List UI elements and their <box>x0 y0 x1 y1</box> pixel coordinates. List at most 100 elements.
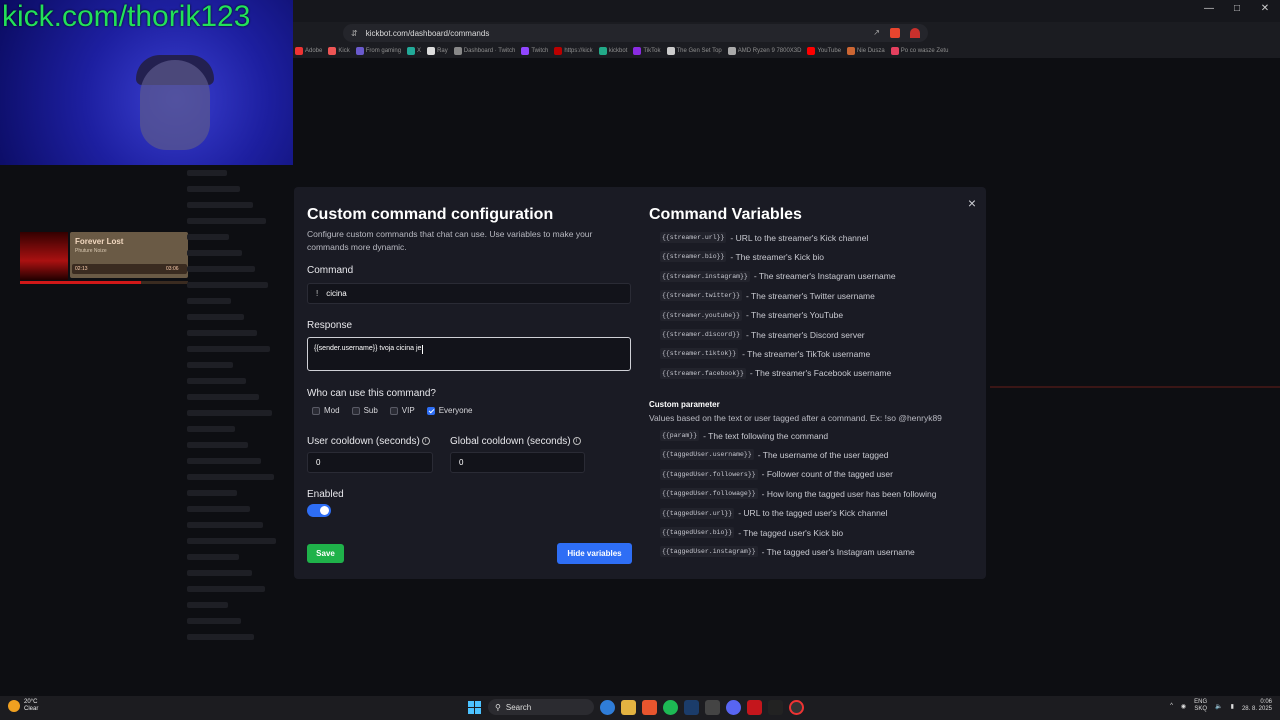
user-cooldown-label: User cooldown (seconds) i <box>307 436 430 447</box>
bookmark-item[interactable]: YouTube <box>807 47 841 55</box>
bookmark-favicon-icon <box>407 47 416 55</box>
bookmark-label: Po co wasze Zetu <box>900 48 949 54</box>
brave-shield-icon[interactable] <box>890 28 900 38</box>
bookmark-item[interactable]: Nie Dusza <box>847 47 885 55</box>
close-modal-button[interactable]: × <box>968 195 976 211</box>
variable-code[interactable]: {{streamer.url}} <box>660 232 727 243</box>
variable-code[interactable]: {{taggedUser.bio}} <box>660 527 735 538</box>
language-indicator[interactable]: ENG SKQ <box>1194 699 1207 713</box>
variable-code[interactable]: {{taggedUser.url}} <box>660 507 735 519</box>
bookmark-item[interactable]: kickbot <box>598 47 627 55</box>
checkbox-icon[interactable] <box>351 406 360 415</box>
variable-code[interactable]: {{taggedUser.followers}} <box>660 468 758 480</box>
steam-icon[interactable] <box>684 699 699 715</box>
bookmark-item[interactable]: Kick <box>328 47 350 55</box>
variable-row: {{streamer.discord}} - The streamer's Dis… <box>660 329 865 340</box>
album-art <box>20 232 68 280</box>
bookmark-item[interactable]: Ray <box>427 47 448 55</box>
network-icon[interactable]: ◉ <box>1181 703 1186 710</box>
user-cooldown-input[interactable]: 0 <box>307 452 433 473</box>
close-window-icon[interactable]: ✕ <box>1260 3 1270 14</box>
site-info-icon[interactable]: ⇵ <box>351 29 358 38</box>
role-checkbox-everyone[interactable]: Everyone <box>426 406 473 415</box>
bookmark-item[interactable]: Po co wasze Zetu <box>890 47 949 55</box>
response-textarea[interactable]: {{sender.username}} tvoja cicina je <box>307 337 631 371</box>
enabled-toggle[interactable] <box>307 504 331 517</box>
global-cooldown-input[interactable]: 0 <box>450 452 585 473</box>
variable-code[interactable]: {{taggedUser.username}} <box>660 449 754 461</box>
checkbox-icon[interactable] <box>389 406 398 415</box>
spotify-icon[interactable] <box>663 699 678 715</box>
bookmark-item[interactable]: X <box>407 47 421 55</box>
maximize-icon[interactable]: □ <box>1232 3 1242 14</box>
variable-code[interactable]: {{streamer.bio}} <box>660 251 727 263</box>
checkbox-icon[interactable] <box>426 406 435 415</box>
variable-code[interactable]: {{taggedUser.instagram}} <box>660 546 758 558</box>
variable-row: {{taggedUser.followage}} - How long the t… <box>660 488 937 500</box>
role-label: Everyone <box>438 406 473 415</box>
checkbox-icon[interactable] <box>312 406 320 415</box>
variable-row: {{taggedUser.instagram}} - The tagged use… <box>660 546 915 558</box>
tray-chevron-icon[interactable]: ^ <box>1170 703 1173 709</box>
address-bar[interactable]: ⇵ kickbot.com/dashboard/commands ↗ <box>343 24 928 42</box>
bookmark-favicon-icon <box>328 47 337 55</box>
bookmark-item[interactable]: From gaming <box>355 47 402 55</box>
role-checkbox-vip[interactable]: VIP <box>389 406 415 415</box>
variable-description: - How long the tagged user has been foll… <box>761 488 937 499</box>
bookmark-favicon-icon <box>427 47 436 55</box>
role-checkbox-sub[interactable]: Sub <box>351 406 378 415</box>
bookmark-label: YouTube <box>817 48 842 54</box>
bookmark-item[interactable]: The Gen Set Top <box>666 47 722 55</box>
battery-icon[interactable]: ▮ <box>1231 703 1234 710</box>
app-icon[interactable] <box>705 699 720 715</box>
share-icon[interactable]: ↗ <box>873 28 880 38</box>
info-icon[interactable]: i <box>421 437 430 446</box>
bookmark-item[interactable]: Twitch <box>521 47 548 55</box>
background-sidebar-item <box>187 170 227 176</box>
obs-icon[interactable] <box>789 699 804 715</box>
variable-row: {{streamer.youtube}} - The streamer's You… <box>660 309 843 321</box>
variable-row: {{streamer.instagram}} - The streamer's I… <box>660 270 896 282</box>
start-icon[interactable] <box>467 700 482 715</box>
bookmark-item[interactable]: AMD Ryzen 9 7800X3D <box>727 47 801 55</box>
power-app-icon[interactable] <box>747 699 762 715</box>
file-explorer-icon[interactable] <box>621 699 636 715</box>
variable-code[interactable]: {{taggedUser.followage}} <box>660 488 758 500</box>
bookmark-item[interactable]: Adobe <box>295 47 322 55</box>
minimize-icon[interactable]: — <box>1204 3 1214 14</box>
hide-variables-button[interactable]: Hide variables <box>557 543 632 564</box>
weather-widget[interactable]: 20°C Clear <box>8 699 38 713</box>
taskbar-search[interactable]: ⚲ Search <box>488 699 594 715</box>
brave-browser-icon[interactable] <box>642 699 657 715</box>
variable-row: {{streamer.twitter}} - The streamer's Twi… <box>660 290 875 302</box>
info-icon[interactable]: i <box>572 437 581 446</box>
user-cooldown-value: 0 <box>316 458 321 467</box>
save-button[interactable]: Save <box>307 544 344 563</box>
role-checkbox-mod[interactable]: Mod <box>312 406 340 415</box>
variable-code[interactable]: {{streamer.youtube}} <box>660 309 743 321</box>
clock[interactable]: 0:06 28. 8. 2025 <box>1242 699 1272 713</box>
bookmark-item[interactable]: TikTok <box>633 47 661 55</box>
variable-code[interactable]: {{streamer.facebook}} <box>660 367 746 379</box>
background-sidebar-item <box>187 186 240 192</box>
bookmark-item[interactable]: Dashboard · Twitch <box>453 47 515 55</box>
clock-date: 28. 8. 2025 <box>1241 706 1272 712</box>
bookmark-item[interactable]: https://kick <box>554 47 593 55</box>
role-label: Sub <box>363 406 378 415</box>
variable-code[interactable]: {{streamer.tiktok}} <box>660 348 739 360</box>
bookmark-label: From gaming <box>365 48 402 54</box>
variable-description: - The streamer's Kick bio <box>730 251 825 262</box>
variable-code[interactable]: {{streamer.instagram}} <box>660 270 750 282</box>
discord-icon[interactable] <box>726 699 741 715</box>
variable-code[interactable]: {{streamer.twitter}} <box>660 290 743 302</box>
command-input[interactable]: ! cicina <box>307 283 631 304</box>
rewards-icon[interactable] <box>910 28 920 38</box>
variable-code[interactable]: {{param}} <box>660 430 700 441</box>
variable-code[interactable]: {{streamer.discord}} <box>660 329 743 340</box>
copilot-icon[interactable] <box>600 699 615 715</box>
capcut-icon[interactable] <box>768 699 783 715</box>
volume-icon[interactable]: 🔈 <box>1215 703 1222 710</box>
variable-description: - The streamer's Twitter username <box>746 290 875 301</box>
background-sidebar-item <box>187 234 229 240</box>
text-cursor <box>422 345 424 354</box>
